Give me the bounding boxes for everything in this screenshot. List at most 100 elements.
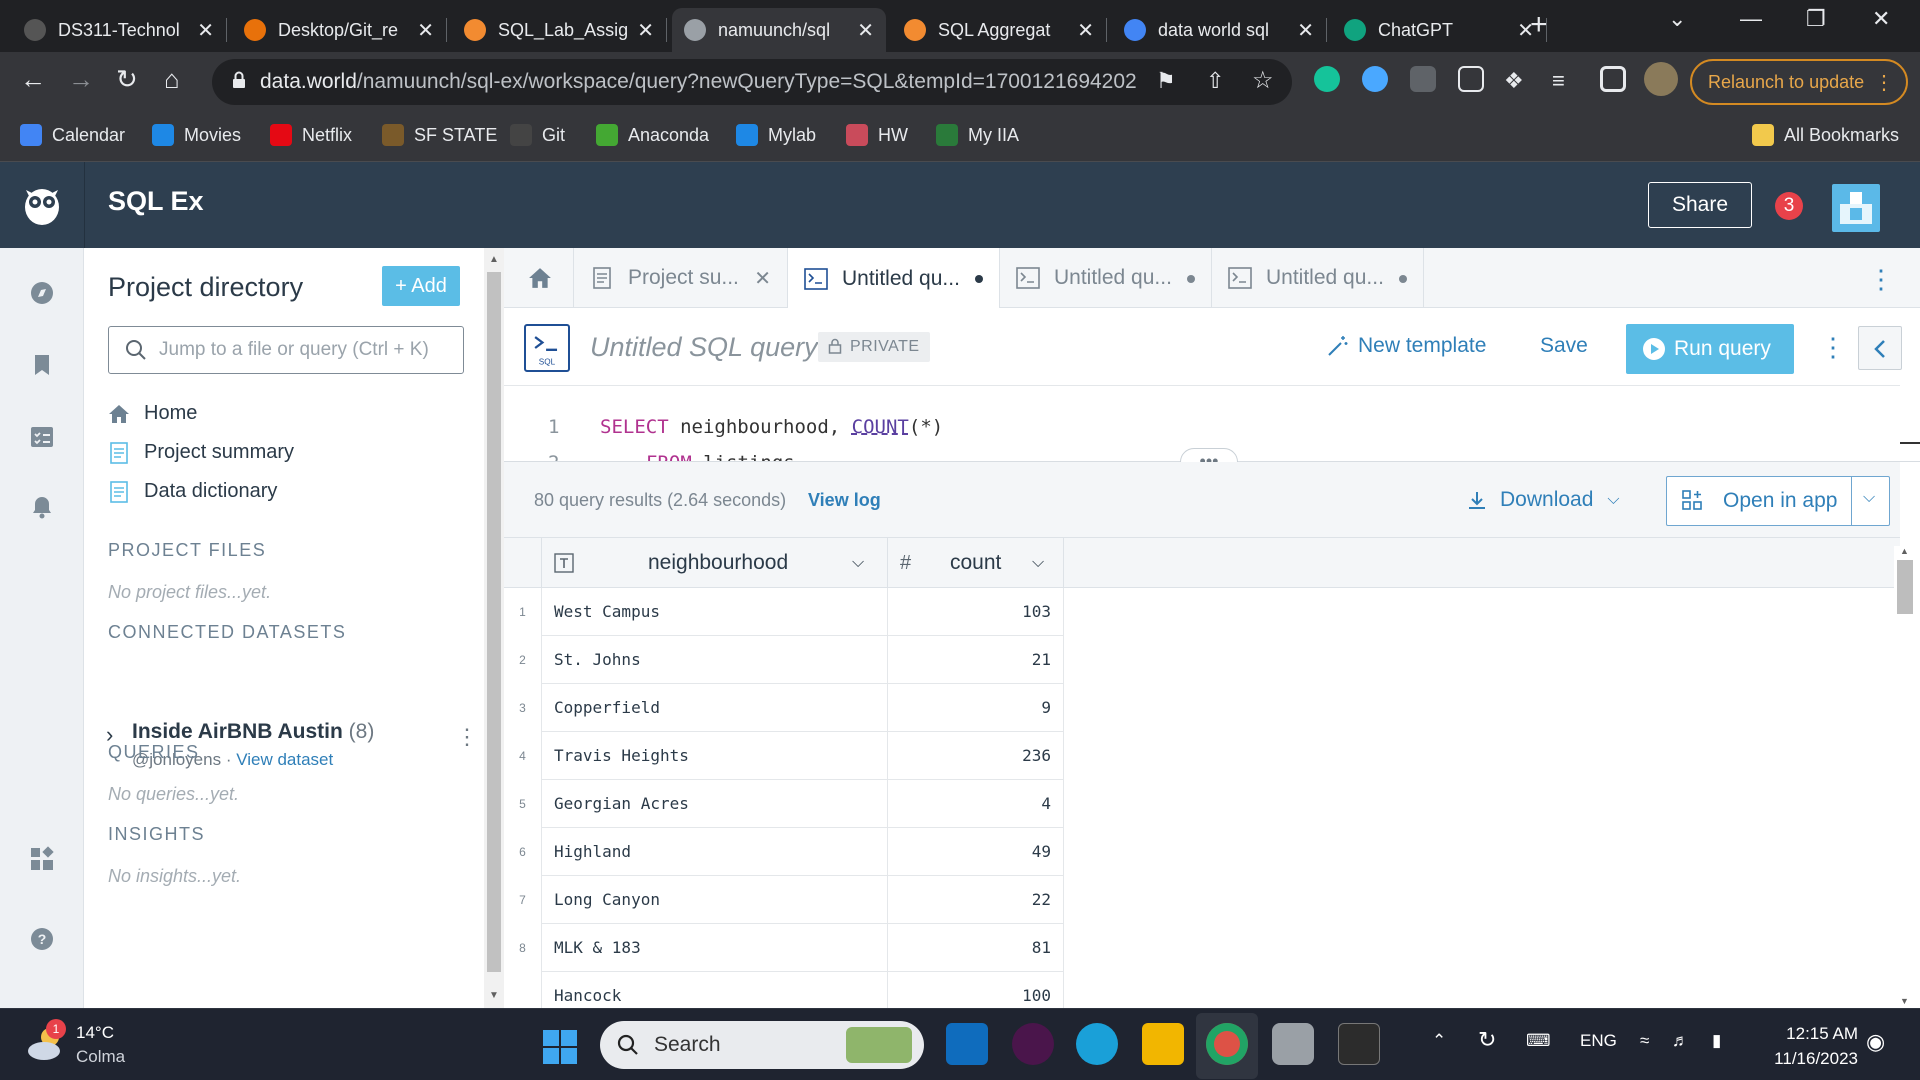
table-row[interactable]: Hancock 100: [504, 972, 1900, 1008]
weather-city[interactable]: Colma: [76, 1047, 125, 1067]
panel-scrollbar[interactable]: ▲ ▼: [484, 248, 504, 1008]
browser-tab[interactable]: DS311-Technol ✕: [12, 8, 227, 52]
save-button[interactable]: Save: [1540, 334, 1588, 358]
neighbourhood-cell[interactable]: Highland: [542, 828, 888, 876]
browser-tab[interactable]: SQL Aggregat ✕: [892, 8, 1107, 52]
bookmark-item[interactable]: My IIA: [936, 124, 1019, 146]
picture-in-picture-icon[interactable]: [1458, 66, 1484, 92]
bookmark-item[interactable]: Calendar: [20, 124, 125, 146]
count-cell[interactable]: 103: [888, 588, 1064, 636]
slack-icon[interactable]: [1012, 1023, 1054, 1065]
jump-search-input[interactable]: [108, 326, 464, 374]
dataworld-owl-icon[interactable]: [22, 184, 62, 226]
temperature[interactable]: 14°C: [76, 1023, 114, 1043]
explore-compass-icon[interactable]: [29, 280, 55, 306]
view-log-link[interactable]: View log: [808, 490, 881, 511]
battery-icon[interactable]: ▮: [1712, 1031, 1721, 1051]
share-button[interactable]: Share: [1648, 182, 1752, 228]
notifications-bell-icon[interactable]: [29, 494, 55, 520]
close-window-icon[interactable]: ✕: [1872, 6, 1890, 32]
scroll-up-icon[interactable]: ▲: [489, 254, 499, 265]
shield-extension-icon[interactable]: [1410, 66, 1436, 92]
workspace-home-tab[interactable]: [504, 248, 574, 308]
count-cell[interactable]: 21: [888, 636, 1064, 684]
key-icon[interactable]: ⚑: [1156, 68, 1176, 94]
bookmark-item[interactable]: Movies: [152, 124, 241, 146]
scroll-down-icon[interactable]: ▼: [1900, 996, 1909, 1006]
side-panel-icon[interactable]: [1600, 66, 1626, 92]
minimize-icon[interactable]: —: [1740, 6, 1762, 32]
language-indicator[interactable]: ENG: [1580, 1031, 1617, 1051]
workspace-tab[interactable]: Untitled qu...: [1000, 248, 1212, 308]
count-cell[interactable]: 100: [888, 972, 1064, 1008]
browser-tab[interactable]: ChatGPT ✕: [1332, 8, 1547, 52]
view-dataset-link[interactable]: View dataset: [236, 750, 333, 769]
table-row[interactable]: 5 Georgian Acres 4: [504, 780, 1900, 828]
browser-tab[interactable]: SQL_Lab_Assig ✕: [452, 8, 667, 52]
close-tab-icon[interactable]: ✕: [637, 18, 654, 43]
workspace-tab[interactable]: Untitled qu...: [1212, 248, 1424, 308]
count-cell[interactable]: 81: [888, 924, 1064, 972]
table-scrollbar-thumb[interactable]: [1897, 560, 1913, 614]
bookmark-item[interactable]: HW: [846, 124, 908, 146]
close-tab-icon[interactable]: ✕: [857, 18, 874, 43]
private-badge[interactable]: PRIVATE: [818, 332, 930, 362]
bookmark-item[interactable]: Git: [510, 124, 565, 146]
run-query-button[interactable]: Run query: [1626, 324, 1794, 374]
count-cell[interactable]: 9: [888, 684, 1064, 732]
new-template-button[interactable]: New template: [1326, 334, 1486, 358]
browser-tab[interactable]: data world sql ✕: [1112, 8, 1327, 52]
bookmark-item[interactable]: Mylab: [736, 124, 816, 146]
reading-list-icon[interactable]: ≡: [1552, 68, 1565, 94]
close-tab-icon[interactable]: ✕: [1297, 18, 1314, 43]
chevron-down-icon[interactable]: ⌵: [1032, 554, 1044, 572]
query-title[interactable]: Untitled SQL query: [590, 332, 818, 363]
neighbourhood-cell[interactable]: Georgian Acres: [542, 780, 888, 828]
grammarly-icon[interactable]: [1314, 66, 1340, 92]
wifi-icon[interactable]: ≈: [1640, 1031, 1649, 1051]
workspace-tab[interactable]: Untitled qu...: [788, 248, 1000, 309]
neighbourhood-cell[interactable]: Travis Heights: [542, 732, 888, 780]
tray-chevron-up-icon[interactable]: ⌃: [1432, 1031, 1446, 1051]
reload-icon[interactable]: ↻: [116, 64, 138, 95]
bookmark-item[interactable]: SF STATE: [382, 124, 497, 146]
count-cell[interactable]: 49: [888, 828, 1064, 876]
edge-icon[interactable]: [1076, 1023, 1118, 1065]
home-icon[interactable]: ⌂: [164, 64, 180, 95]
table-row[interactable]: 1 West Campus 103: [504, 588, 1900, 636]
count-cell[interactable]: 4: [888, 780, 1064, 828]
table-row[interactable]: 3 Copperfield 9: [504, 684, 1900, 732]
address-bar[interactable]: data.world/namuunch/sql-ex/workspace/que…: [212, 59, 1292, 105]
table-row[interactable]: 6 Highland 49: [504, 828, 1900, 876]
nav-data-dictionary[interactable]: Data dictionary: [108, 480, 277, 503]
notification-badge[interactable]: 3: [1775, 192, 1803, 220]
table-scrollbar[interactable]: ▲ ▼: [1894, 546, 1916, 1008]
close-tab-icon[interactable]: ✕: [1077, 18, 1094, 43]
terminal-icon[interactable]: [1338, 1023, 1380, 1065]
table-row[interactable]: 8 MLK & 183 81: [504, 924, 1900, 972]
help-icon[interactable]: ?: [29, 926, 55, 952]
collapse-panel-button[interactable]: [1858, 326, 1902, 370]
add-button[interactable]: + Add: [382, 266, 460, 306]
dataset-menu-kebab-icon[interactable]: ⋮: [456, 724, 478, 750]
tab-search-chevron-icon[interactable]: ⌄: [1668, 6, 1686, 32]
sync-icon[interactable]: ↻: [1478, 1027, 1496, 1053]
dataset-item[interactable]: Inside AirBNB Austin (8): [132, 720, 374, 744]
table-row[interactable]: 2 St. Johns 21: [504, 636, 1900, 684]
neighbourhood-cell[interactable]: St. Johns: [542, 636, 888, 684]
chevron-down-icon[interactable]: ⌵: [1863, 489, 1875, 507]
database-icon[interactable]: [1272, 1023, 1314, 1065]
neighbourhood-cell[interactable]: Hancock: [542, 972, 888, 1008]
query-menu-kebab-icon[interactable]: ⋮: [1820, 332, 1846, 363]
code-line[interactable]: FROM listings: [646, 452, 795, 461]
extensions-puzzle-icon[interactable]: ❖: [1504, 68, 1524, 94]
nav-home[interactable]: Home: [108, 402, 197, 425]
table-row[interactable]: 4 Travis Heights 236: [504, 732, 1900, 780]
user-avatar[interactable]: [1832, 184, 1880, 232]
neighbourhood-cell[interactable]: West Campus: [542, 588, 888, 636]
keyboard-icon[interactable]: ⌨: [1526, 1031, 1551, 1051]
relaunch-button[interactable]: Relaunch to update ⋮: [1690, 59, 1908, 105]
workspace-menu-kebab-icon[interactable]: ⋮: [1868, 264, 1894, 295]
back-icon[interactable]: ←: [20, 64, 46, 95]
file-explorer-icon[interactable]: [1142, 1023, 1184, 1065]
